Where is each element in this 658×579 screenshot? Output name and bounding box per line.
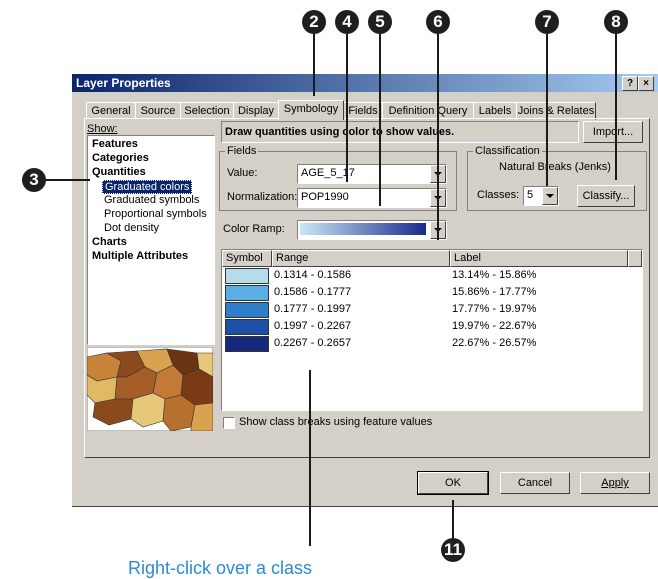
callout-line-11 xyxy=(452,500,454,538)
chevron-down-icon[interactable] xyxy=(542,187,558,205)
callout-line-4 xyxy=(346,34,348,182)
help-button[interactable]: ? xyxy=(622,76,638,91)
class-symbol-swatch[interactable] xyxy=(225,285,269,301)
class-symbol-swatch[interactable] xyxy=(225,319,269,335)
title-bar: Layer Properties ? × xyxy=(72,74,658,92)
color-ramp-combo[interactable] xyxy=(297,220,447,240)
callout-line-3 xyxy=(46,179,90,181)
table-row[interactable]: 0.2267 - 0.2657 22.67% - 26.57% xyxy=(222,335,626,352)
classes-combo[interactable]: 5 xyxy=(523,186,559,206)
tab-symbology[interactable]: Symbology xyxy=(278,100,344,120)
class-label: 13.14% - 15.86% xyxy=(452,269,537,281)
show-item-proportional-symbols[interactable]: Proportional symbols xyxy=(104,208,207,220)
table-rows: 0.1314 - 0.1586 13.14% - 15.86% 0.1586 - 0… xyxy=(222,267,642,407)
callout-2: 2 xyxy=(302,10,326,34)
classification-group-label: Classification xyxy=(473,145,542,157)
table-row[interactable]: 0.1777 - 0.1997 17.77% - 19.97% xyxy=(222,301,626,318)
header-range[interactable]: Range xyxy=(272,250,450,267)
classify-button[interactable]: Classify... xyxy=(577,185,635,207)
class-label: 22.67% - 26.57% xyxy=(452,337,537,349)
callout-line-8 xyxy=(615,34,617,180)
classes-label: Classes: xyxy=(477,189,520,201)
header-label[interactable]: Label xyxy=(450,250,628,267)
dialog-title: Layer Properties xyxy=(76,76,171,90)
normalization-label: Normalization: xyxy=(227,191,298,203)
class-symbol-swatch[interactable] xyxy=(225,268,269,284)
value-combo[interactable]: AGE_5_17 xyxy=(297,164,447,184)
callout-8: 8 xyxy=(604,10,628,34)
table-row[interactable]: 0.1314 - 0.1586 13.14% - 15.86% xyxy=(222,267,626,284)
callout-3: 3 xyxy=(22,168,46,192)
class-symbol-swatch[interactable] xyxy=(225,302,269,318)
description-box: Draw quantities using color to show valu… xyxy=(221,121,579,143)
callout-5: 5 xyxy=(368,10,392,34)
show-item-graduated-colors[interactable]: Graduated colors xyxy=(102,180,193,194)
classes-value: 5 xyxy=(527,189,534,201)
callout-line-range xyxy=(309,370,311,546)
class-label: 15.86% - 17.77% xyxy=(452,286,537,298)
class-range: 0.1314 - 0.1586 xyxy=(274,269,352,281)
callout-11: 11 xyxy=(441,538,465,562)
value-label: Value: xyxy=(227,167,258,179)
preview-map xyxy=(87,347,213,431)
description-text: Draw quantities using color to show valu… xyxy=(225,126,455,138)
show-label: Show: xyxy=(87,123,118,135)
class-breaks-checkbox-label: Show class breaks using feature values xyxy=(239,416,433,428)
class-range: 0.1997 - 0.2267 xyxy=(274,320,352,332)
show-item-multiple-attributes[interactable]: Multiple Attributes xyxy=(92,250,188,262)
layer-properties-dialog: Layer Properties ? × General Source Sele… xyxy=(72,74,658,507)
show-item-categories[interactable]: Categories xyxy=(92,152,149,164)
ok-button[interactable]: OK xyxy=(417,471,489,495)
class-label: 19.97% - 22.67% xyxy=(452,320,537,332)
class-range: 0.1586 - 0.1777 xyxy=(274,286,352,298)
show-list[interactable]: Features Categories Quantities Graduated… xyxy=(87,135,215,345)
normalization-combo[interactable]: POP1990 xyxy=(297,188,447,208)
callout-4: 4 xyxy=(335,10,359,34)
show-item-features[interactable]: Features xyxy=(92,138,138,150)
table-row[interactable]: 0.1586 - 0.1777 15.86% - 17.77% xyxy=(222,284,626,301)
callout-7: 7 xyxy=(535,10,559,34)
class-label: 17.77% - 19.97% xyxy=(452,303,537,315)
header-spacer xyxy=(628,250,642,267)
class-range: 0.2267 - 0.2657 xyxy=(274,337,352,349)
header-symbol-label: Symbol xyxy=(226,252,263,264)
header-label-label: Label xyxy=(454,252,481,264)
header-range-label: Range xyxy=(276,252,309,264)
class-range: 0.1777 - 0.1997 xyxy=(274,303,352,315)
show-item-graduated-symbols[interactable]: Graduated symbols xyxy=(104,194,199,206)
color-ramp-swatch xyxy=(300,223,426,235)
callout-line-6 xyxy=(437,34,439,240)
classification-method: Natural Breaks (Jenks) xyxy=(499,161,611,173)
callout-6: 6 xyxy=(426,10,450,34)
callout-line-2 xyxy=(313,34,315,96)
fields-group-label: Fields xyxy=(225,145,259,157)
show-item-dot-density[interactable]: Dot density xyxy=(104,222,159,234)
class-breaks-checkbox[interactable] xyxy=(223,417,235,429)
class-symbol-swatch[interactable] xyxy=(225,336,269,352)
callout-line-7 xyxy=(546,34,548,186)
symbology-panel: Show: Features Categories Quantities Gra… xyxy=(84,118,650,458)
show-item-charts[interactable]: Charts xyxy=(92,236,127,248)
apply-button[interactable]: Apply xyxy=(580,472,650,494)
caption-text: Right-click over a class xyxy=(128,558,313,578)
cancel-button[interactable]: Cancel xyxy=(500,472,570,494)
color-ramp-label: Color Ramp: xyxy=(223,223,285,235)
normalization-field: POP1990 xyxy=(301,191,349,203)
show-item-quantities[interactable]: Quantities xyxy=(92,166,146,178)
close-button[interactable]: × xyxy=(638,76,654,91)
table-row[interactable]: 0.1997 - 0.2267 19.97% - 22.67% xyxy=(222,318,626,335)
callout-line-5 xyxy=(379,34,381,206)
header-symbol[interactable]: Symbol xyxy=(222,250,272,267)
import-button[interactable]: Import... xyxy=(583,121,643,143)
classes-table[interactable]: Symbol Range Label 0.1314 - 0.1586 13.14%… xyxy=(221,249,643,411)
